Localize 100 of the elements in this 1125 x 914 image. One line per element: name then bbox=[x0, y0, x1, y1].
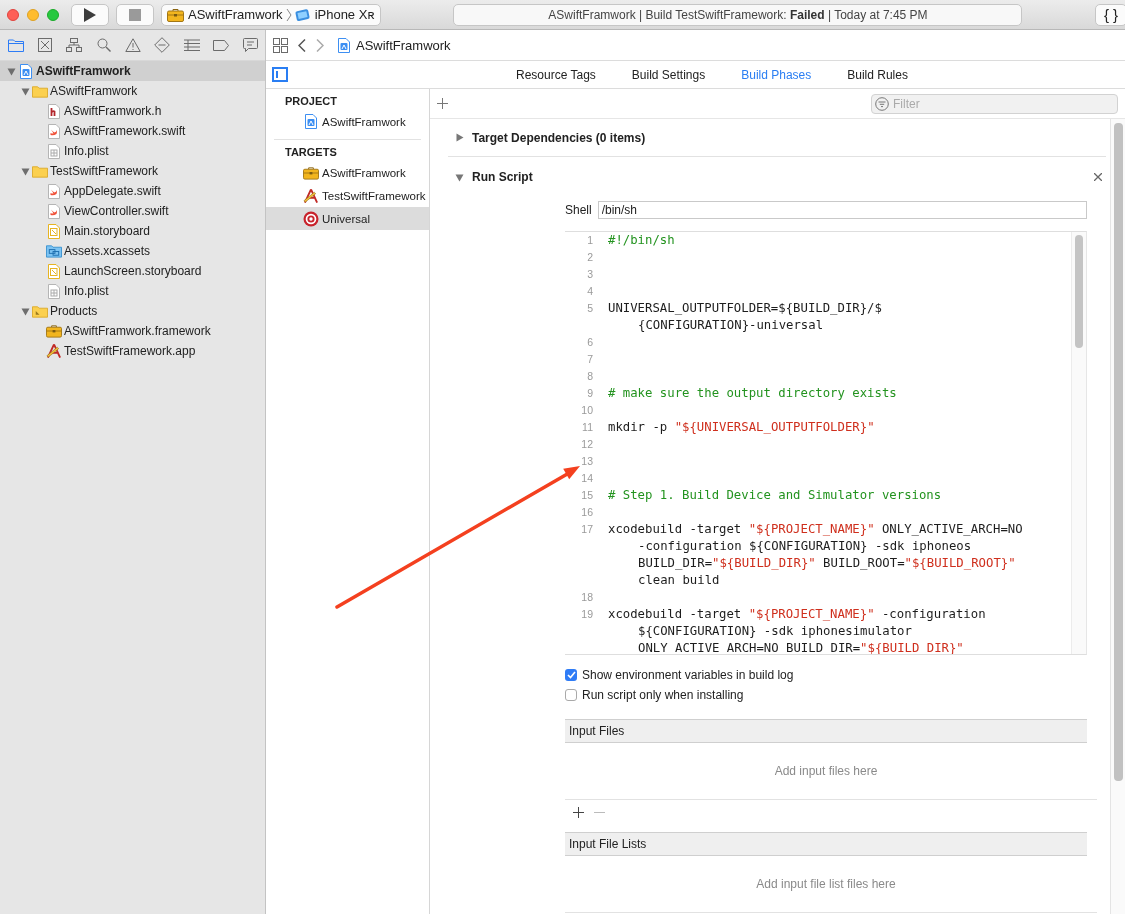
tree-item[interactable]: Products bbox=[0, 301, 265, 321]
tree-item[interactable]: TestSwiftFramework.app bbox=[0, 341, 265, 361]
tree-item[interactable]: Assets.xcassets bbox=[0, 241, 265, 261]
item-label: Universal bbox=[322, 212, 370, 225]
target-item[interactable]: TestSwiftFramework bbox=[266, 184, 429, 207]
add-button[interactable] bbox=[437, 98, 448, 109]
add-button[interactable] bbox=[573, 806, 584, 818]
target-item[interactable]: Universal bbox=[266, 207, 429, 230]
toolbox-icon bbox=[167, 7, 184, 22]
stop-button[interactable] bbox=[116, 3, 154, 26]
close-button[interactable] bbox=[7, 8, 19, 21]
section-header: PROJECT bbox=[284, 94, 338, 109]
phase-title: Run Script bbox=[472, 170, 533, 184]
project-file-icon bbox=[338, 37, 350, 53]
disclosure-triangle-icon[interactable] bbox=[20, 86, 30, 96]
swift-file-icon bbox=[48, 123, 60, 139]
disclosure-triangle-icon[interactable] bbox=[455, 172, 464, 182]
forward-button[interactable] bbox=[316, 38, 324, 52]
code-line: xcodebuild -target "${PROJECT_NAME}" ONLY_ACTIVE_ARCH=NO -configuration ${CONFIGURATION} -sdk iphoneos BUILD_DIR="${BUILD_DIR}" BUILD_ROOT="${BUILD_ROOT}" clean build bbox=[608, 521, 1024, 589]
target-item[interactable]: ASwiftFramwork bbox=[266, 161, 429, 184]
grid-icon bbox=[273, 37, 288, 53]
library-button[interactable]: { } bbox=[1095, 3, 1125, 26]
delete-phase-button[interactable] bbox=[1094, 173, 1102, 181]
filter-field[interactable]: Filter bbox=[871, 93, 1118, 114]
grid-file-icon bbox=[48, 143, 60, 159]
item-label: Info.plist bbox=[64, 284, 109, 298]
line-number: 8 bbox=[586, 369, 593, 384]
zoom-button[interactable] bbox=[47, 8, 59, 21]
line-number: 5 bbox=[586, 301, 593, 316]
code-line: xcodebuild -target "${PROJECT_NAME}" -configuration ${CONFIGURATION} -sdk iphonesimulator ONLY_ACTIVE_ARCH=NO BUILD_DIR="${BUILD_DIR}" bbox=[608, 606, 987, 654]
chevron-right-icon bbox=[285, 7, 292, 22]
line-number: 3 bbox=[586, 267, 593, 282]
tree-item[interactable]: ASwiftFramwork.h bbox=[0, 101, 265, 121]
editor-tab[interactable]: Build Rules bbox=[847, 67, 908, 82]
code-line: mkdir -p "${UNIVERSAL_OUTPUTFOLDER}" bbox=[608, 419, 876, 436]
tree-item[interactable]: Info.plist bbox=[0, 281, 265, 301]
header-file-icon bbox=[48, 103, 60, 119]
item-label: ASwiftFramwork.h bbox=[64, 104, 162, 118]
activity-status: ASwiftFramwork | Build TestSwiftFramework: Failed | Today at 7:45 PM bbox=[548, 7, 928, 22]
toolbox-icon bbox=[46, 324, 62, 338]
editor-tab[interactable]: Build Phases bbox=[741, 67, 812, 82]
disclosure-triangle-icon[interactable] bbox=[6, 66, 16, 76]
device-icon bbox=[294, 7, 311, 22]
file-list-area[interactable]: Add input file list files here bbox=[565, 856, 1097, 913]
crossed-square-icon bbox=[38, 38, 52, 52]
sidebar-icon bbox=[272, 67, 288, 82]
item-label: ASwiftFramwork.framework bbox=[64, 324, 211, 338]
checkbox[interactable] bbox=[565, 689, 577, 701]
tree-item[interactable]: ViewController.swift bbox=[0, 201, 265, 221]
line-number: 9 bbox=[586, 386, 593, 401]
tree-item[interactable]: ASwiftFramwork.framework bbox=[0, 321, 265, 341]
tree-item[interactable]: ASwiftFramework.swift bbox=[0, 121, 265, 141]
toolbox-icon bbox=[303, 165, 319, 180]
shell-label: Shell bbox=[565, 203, 592, 217]
scrollbar[interactable] bbox=[1110, 119, 1125, 914]
scrollbar[interactable] bbox=[1071, 232, 1086, 654]
item-label: ASwiftFramwork bbox=[322, 166, 406, 179]
stop-icon bbox=[129, 8, 141, 21]
line-number: 15 bbox=[580, 488, 593, 503]
disclosure-triangle-icon[interactable] bbox=[20, 166, 30, 176]
editor-tab[interactable]: Build Settings bbox=[631, 67, 706, 82]
close-icon bbox=[1094, 173, 1102, 181]
scheme-button[interactable]: ASwiftFramwork bbox=[167, 7, 283, 22]
line-number: 7 bbox=[586, 352, 593, 367]
play-icon bbox=[84, 7, 96, 22]
back-button[interactable] bbox=[298, 38, 306, 52]
line-number: 2 bbox=[586, 250, 593, 265]
tree-item[interactable]: Main.storyboard bbox=[0, 221, 265, 241]
tree-item[interactable]: AppDelegate.swift bbox=[0, 181, 265, 201]
destination-button[interactable]: iPhone Xʀ bbox=[294, 7, 375, 22]
chevron-left-icon bbox=[298, 38, 306, 52]
grid-file-icon bbox=[48, 283, 60, 299]
tag-icon bbox=[212, 39, 229, 51]
item-label: ViewController.swift bbox=[64, 204, 169, 218]
swift-file-icon bbox=[48, 203, 60, 219]
code-line: # make sure the output directory exists bbox=[608, 385, 898, 402]
disclosure-triangle-icon[interactable] bbox=[455, 133, 464, 142]
sidebar-toggle-button[interactable] bbox=[272, 67, 288, 82]
tree-item[interactable]: ASwiftFramwork bbox=[0, 61, 265, 81]
checkbox[interactable] bbox=[565, 669, 577, 681]
empty-placeholder: Add input files here bbox=[774, 764, 878, 778]
tree-item[interactable]: LaunchScreen.storyboard bbox=[0, 261, 265, 281]
line-number: 16 bbox=[580, 505, 593, 520]
file-list-area[interactable]: Add input files here bbox=[565, 743, 1097, 800]
tree-item[interactable]: ASwiftFramwork bbox=[0, 81, 265, 101]
code-line: # Step 1. Build Device and Simulator versions bbox=[608, 487, 943, 504]
related-items-button[interactable] bbox=[273, 37, 288, 53]
run-button[interactable] bbox=[71, 3, 109, 26]
item-label: LaunchScreen.storyboard bbox=[64, 264, 202, 278]
breadcrumb[interactable]: ASwiftFramwork bbox=[338, 37, 451, 53]
line-number: 18 bbox=[580, 590, 593, 605]
line-number: 11 bbox=[581, 420, 593, 435]
tree-item[interactable]: Info.plist bbox=[0, 141, 265, 161]
folder-icon bbox=[32, 304, 48, 318]
target-item[interactable]: ASwiftFramwork bbox=[266, 110, 429, 133]
disclosure-triangle-icon[interactable] bbox=[20, 306, 30, 316]
comment-icon bbox=[242, 38, 258, 52]
tree-item[interactable]: TestSwiftFramework bbox=[0, 161, 265, 181]
shell-field[interactable]: /bin/sh bbox=[597, 201, 1087, 219]
editor-tab[interactable]: Resource Tags bbox=[516, 67, 596, 82]
